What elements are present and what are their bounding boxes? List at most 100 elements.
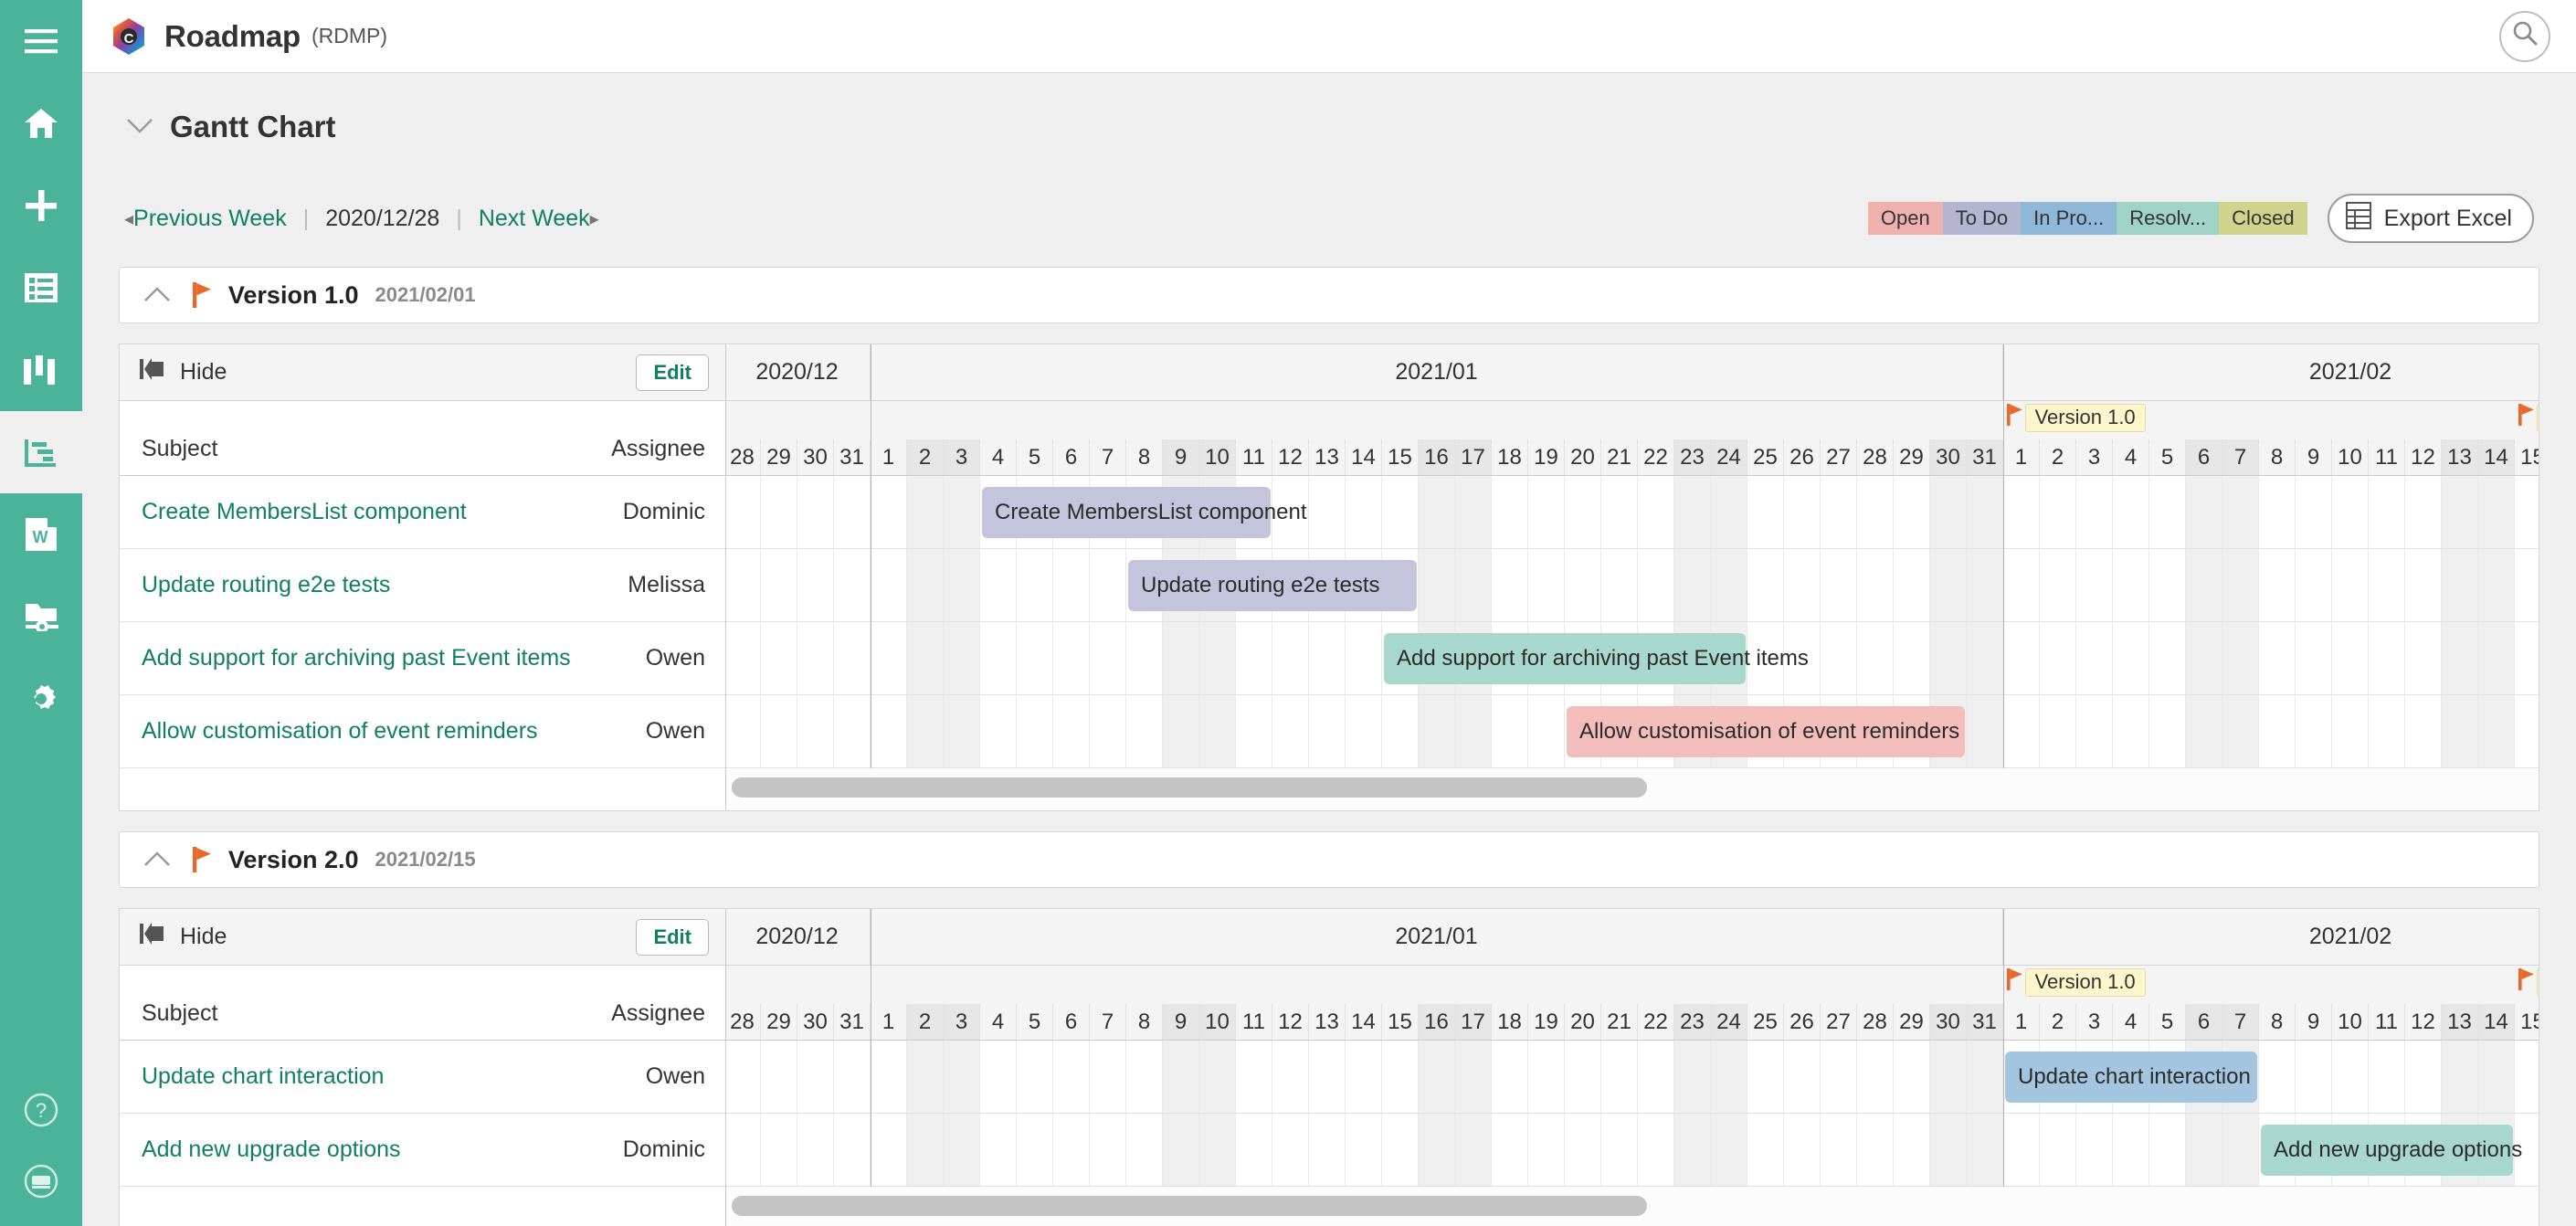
task-subject-link[interactable]: Update routing e2e tests	[142, 572, 390, 598]
status-chip-open[interactable]: Open	[1868, 202, 1943, 235]
chevron-down-icon[interactable]	[126, 114, 153, 141]
status-chip-resolv[interactable]: Resolv...	[2117, 202, 2219, 235]
timeline-cell	[1528, 476, 1565, 548]
table-row[interactable]: Create MembersList componentDominic	[120, 476, 725, 549]
status-chip-to-do[interactable]: To Do	[1943, 202, 2021, 235]
prev-week-arrow-icon[interactable]: ◂	[124, 207, 133, 230]
timeline-day-header: 24	[1711, 439, 1747, 475]
sidebar-item-gantt[interactable]	[0, 411, 82, 493]
task-subject-link[interactable]: Update chart interaction	[142, 1063, 384, 1090]
table-row[interactable]: Allow customisation of event remindersOw…	[120, 695, 725, 768]
timeline-day-header: 6	[1053, 439, 1090, 475]
timeline-cell	[1601, 549, 1638, 621]
gantt-toolbar: ◂ Previous Week | 2020/12/28 | Next Week…	[119, 190, 2539, 247]
timeline-scrollbar-thumb[interactable]	[732, 1196, 1647, 1216]
gantt-left-column-header: SubjectAssignee	[120, 401, 725, 476]
gantt-bar[interactable]: Update chart interaction	[2005, 1052, 2257, 1103]
edit-button[interactable]: Edit	[636, 354, 709, 391]
timeline-day-header: 28	[1857, 1004, 1894, 1040]
timeline-cell	[1967, 1041, 2003, 1113]
timeline-day-header: 31	[834, 439, 871, 475]
milestone-marker[interactable]: Version 1.0	[2007, 404, 2146, 432]
gantt-bar[interactable]: Allow customisation of event reminders	[1567, 706, 1965, 757]
timeline-cell	[2405, 695, 2442, 767]
sidebar-item-add[interactable]	[0, 164, 82, 247]
table-row[interactable]: Add new upgrade optionsDominic	[120, 1114, 725, 1187]
sidebar-item-wiki[interactable]: W	[0, 493, 82, 576]
gantt-left-toolbar: Hide Edit	[120, 344, 725, 401]
timeline-cell	[1638, 1041, 1674, 1113]
timeline-cell	[907, 1041, 944, 1113]
sidebar-item-files[interactable]	[0, 576, 82, 658]
timeline-scrollbar-thumb[interactable]	[732, 777, 1647, 798]
home-icon	[24, 108, 58, 139]
timeline-cell	[1346, 622, 1382, 694]
timeline-day-header: 11	[1236, 439, 1272, 475]
table-row[interactable]: Update chart interactionOwen	[120, 1041, 725, 1114]
milestone-marker[interactable]: Version 2.0	[2518, 968, 2539, 997]
sidebar-item-menu[interactable]	[0, 0, 82, 82]
timeline-cell	[2442, 695, 2478, 767]
timeline-cell	[2076, 1114, 2113, 1186]
timeline-cell	[2478, 695, 2515, 767]
timeline-day-header: 23	[1674, 439, 1711, 475]
sidebar-item-help[interactable]: ?	[0, 1074, 82, 1146]
task-subject-link[interactable]: Allow customisation of event reminders	[142, 718, 538, 745]
timeline-cell	[797, 1114, 834, 1186]
next-week-arrow-icon[interactable]: ▸	[590, 207, 599, 230]
timeline-cell	[2332, 476, 2369, 548]
timeline-cell	[2113, 476, 2149, 548]
gantt-bar[interactable]: Update routing e2e tests	[1128, 560, 1417, 611]
previous-week-link[interactable]: Previous Week	[133, 206, 287, 232]
search-button[interactable]	[2499, 11, 2550, 62]
timeline-day-header: 8	[2259, 439, 2296, 475]
task-subject-link[interactable]: Create MembersList component	[142, 499, 467, 525]
timeline-inner: 2020/122021/012021/02Version 1.0Version …	[726, 909, 2539, 1187]
timeline-cell	[1053, 1114, 1090, 1186]
timeline-cell	[1272, 1041, 1309, 1113]
timeline-cell	[797, 695, 834, 767]
timeline-cell	[907, 549, 944, 621]
chevron-up-icon[interactable]	[143, 287, 171, 303]
hide-panel-button[interactable]: Hide	[140, 358, 227, 386]
table-row[interactable]: Add support for archiving past Event ite…	[120, 622, 725, 695]
task-subject-link[interactable]: Add new upgrade options	[142, 1136, 401, 1163]
month-separator	[2003, 344, 2004, 768]
timeline-cell	[2515, 695, 2539, 767]
gantt-bar[interactable]: Add support for archiving past Event ite…	[1384, 633, 1746, 684]
timeline-cell	[761, 1041, 797, 1113]
sidebar-item-chat[interactable]	[0, 1146, 82, 1217]
task-subject-link[interactable]: Add support for archiving past Event ite…	[142, 645, 571, 671]
status-chip-closed[interactable]: Closed	[2219, 202, 2307, 235]
next-week-link[interactable]: Next Week	[479, 206, 590, 232]
timeline-cell	[1821, 549, 1857, 621]
gantt-bar[interactable]: Create MembersList component	[982, 487, 1271, 538]
sidebar-item-issues[interactable]	[0, 247, 82, 329]
gantt-bar[interactable]: Add new upgrade options	[2261, 1125, 2513, 1176]
hide-panel-button[interactable]: Hide	[140, 923, 227, 951]
timeline-cell	[761, 695, 797, 767]
timeline-scrollbar[interactable]	[726, 1187, 2539, 1226]
sidebar-item-board[interactable]	[0, 329, 82, 411]
timeline-cell	[2003, 1114, 2040, 1186]
sidebar-item-home[interactable]	[0, 82, 82, 164]
milestone-marker[interactable]: Version 1.0	[2007, 968, 2146, 997]
timeline-cell	[1419, 1114, 1455, 1186]
status-chip-in-pro[interactable]: In Pro...	[2021, 202, 2117, 235]
gantt-chart-heading: Gantt Chart	[170, 110, 336, 144]
timeline-scrollbar[interactable]	[726, 768, 2539, 810]
timeline-cell	[2296, 549, 2332, 621]
table-row[interactable]: Update routing e2e testsMelissa	[120, 549, 725, 622]
sidebar-item-settings[interactable]	[0, 658, 82, 740]
timeline-cell	[1053, 549, 1090, 621]
timeline-day-header: 6	[2186, 439, 2222, 475]
timeline-day-header: 19	[1528, 439, 1565, 475]
milestone-marker[interactable]: Version 2.0	[2518, 404, 2539, 432]
edit-button[interactable]: Edit	[636, 919, 709, 956]
timeline-cell	[2149, 622, 2186, 694]
export-excel-button[interactable]: Export Excel	[2328, 194, 2534, 243]
timeline-day-header: 16	[1419, 439, 1455, 475]
chevron-up-icon[interactable]	[143, 851, 171, 868]
flag-icon	[2007, 968, 2023, 997]
timeline-day-header: 29	[761, 1004, 797, 1040]
